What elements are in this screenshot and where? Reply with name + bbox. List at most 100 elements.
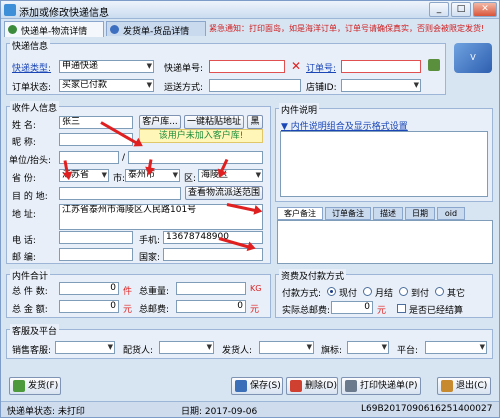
status-bar: 快递单状态: 未打印 日期: 2017-09-06 L69B2017090616…	[1, 401, 499, 417]
phone-input[interactable]	[59, 231, 133, 244]
section-title: 客服及平台	[10, 324, 60, 337]
section-title: 收件人信息	[10, 101, 60, 114]
section-title: 资费及付款方式	[279, 269, 347, 282]
dialog-window: 添加或修改快递信息 _ □ ✕ 快递单-物流详情 发货单-货品详情 紧急通知：打…	[0, 0, 500, 418]
shop-id-label: 店铺ID:	[306, 83, 337, 93]
zip-label: 邮 编:	[12, 253, 36, 263]
section-title: 快递信息	[10, 39, 51, 52]
phone-label: 电 话:	[12, 236, 36, 246]
postage-input[interactable]: 0	[176, 300, 246, 313]
option-label: 月结	[375, 289, 394, 299]
destination-label: 目 的 地:	[12, 192, 48, 202]
flag-label: 旗标:	[321, 346, 343, 356]
destination-input[interactable]	[59, 187, 181, 200]
tab-icon	[8, 25, 17, 34]
tab-oid[interactable]: oid	[437, 207, 465, 220]
weight-label: 总重量:	[139, 287, 170, 297]
shop-id-select[interactable]	[341, 79, 421, 92]
minimize-button[interactable]: _	[429, 2, 449, 17]
tab-description[interactable]: 描述	[373, 207, 403, 220]
tab-date[interactable]: 日期	[405, 207, 435, 220]
unit-label: 单位/抬头:	[9, 156, 52, 166]
window-title: 添加或修改快递信息	[19, 8, 109, 19]
amount-unit: 元	[123, 305, 133, 315]
tab-icon	[110, 25, 119, 34]
platform-select[interactable]	[425, 341, 487, 354]
title-bar: 添加或修改快递信息 _ □ ✕	[1, 1, 499, 19]
payment-method-label: 付款方式:	[282, 289, 322, 299]
customer-note-textarea[interactable]	[277, 220, 493, 264]
order-status-label: 订单状态:	[12, 83, 52, 93]
content-textarea[interactable]	[280, 131, 488, 197]
app-icon	[4, 4, 16, 16]
shipper-select[interactable]	[259, 341, 314, 354]
postage-label: 总邮费:	[139, 305, 170, 315]
name-input[interactable]: 张三	[59, 116, 133, 129]
check-delivery-range-button[interactable]: 查看物流派送范围	[185, 186, 263, 200]
name-label: 姓 名:	[12, 121, 36, 131]
tab-express-detail[interactable]: 快递单-物流详情	[4, 21, 104, 37]
weight-input[interactable]	[176, 282, 246, 295]
order-number-label[interactable]: 订单号:	[306, 61, 336, 74]
slash-text: /	[122, 153, 126, 163]
customer-library-button[interactable]: 客户库...	[139, 115, 181, 129]
unit-input[interactable]	[59, 151, 119, 164]
app-logo: V	[454, 43, 492, 73]
option-label: 到付	[411, 289, 430, 299]
printer-icon	[345, 380, 357, 392]
save-button-label: 保存(S)	[250, 381, 281, 391]
radio-other[interactable]	[435, 287, 444, 296]
platform-label: 平台:	[397, 346, 419, 356]
actual-postage-input[interactable]: 0	[331, 301, 373, 314]
paste-address-button[interactable]: 一键粘贴地址	[184, 115, 244, 129]
radio-monthly[interactable]	[363, 287, 372, 296]
packer-label: 配货人:	[123, 346, 154, 356]
radio-cash[interactable]	[327, 287, 336, 296]
address-input[interactable]: 江苏省泰州市海陵区人民路101号	[59, 204, 263, 230]
blacklist-button[interactable]: 黑	[247, 115, 263, 129]
address-label: 地 址:	[12, 210, 36, 220]
mobile-label: 手机:	[139, 236, 161, 246]
sales-select[interactable]	[55, 341, 115, 354]
express-type-select[interactable]: 申通快递	[59, 60, 154, 73]
tab-order-note[interactable]: 订单备注	[325, 207, 371, 220]
status-id: L69B2017090616251400027	[361, 404, 493, 414]
express-number-label: 快递单号:	[164, 64, 204, 74]
print-button[interactable]: 打印快递单(P)	[341, 377, 421, 395]
district-select[interactable]: 海陵区	[198, 169, 263, 182]
exit-button-label: 退出(C)	[456, 381, 488, 391]
clear-icon[interactable]: ✕	[291, 59, 301, 73]
tab-goods-detail[interactable]: 发货单-货品详情	[106, 21, 206, 37]
delete-button[interactable]: 删除(D)	[286, 377, 338, 395]
ship-method-label: 运送方式:	[164, 83, 204, 93]
express-type-label[interactable]: 快递类型:	[12, 61, 51, 74]
exit-icon	[441, 380, 453, 392]
close-button[interactable]: ✕	[473, 2, 497, 17]
flag-select[interactable]	[347, 341, 389, 354]
zip-input[interactable]	[59, 248, 133, 261]
section-title: 内件合计	[10, 269, 51, 282]
exit-button[interactable]: 退出(C)	[437, 377, 491, 395]
count-input[interactable]: 0	[59, 282, 119, 295]
radio-cod[interactable]	[399, 287, 408, 296]
tab-customer-note[interactable]: 客户备注	[277, 207, 323, 220]
ship-button[interactable]: 发货(F)	[9, 377, 61, 395]
order-number-input[interactable]	[341, 60, 421, 73]
country-label: 国家:	[139, 253, 161, 263]
packer-select[interactable]	[159, 341, 214, 354]
ship-method-input[interactable]	[209, 79, 301, 92]
amount-input[interactable]: 0	[59, 300, 119, 313]
province-label: 省 份:	[12, 174, 36, 184]
express-number-input[interactable]	[209, 60, 285, 73]
settled-checkbox[interactable]	[397, 304, 406, 313]
lookup-icon[interactable]	[428, 59, 440, 71]
nickname-label: 昵 称:	[12, 138, 36, 148]
shipper-label: 发货人:	[222, 346, 253, 356]
maximize-button[interactable]: □	[451, 2, 471, 17]
actual-postage-unit: 元	[377, 306, 387, 316]
order-status-select[interactable]: 买家已付款	[59, 79, 154, 92]
print-button-label: 打印快递单(P)	[360, 381, 418, 391]
save-button[interactable]: 保存(S)	[231, 377, 283, 395]
tab-label: 发货单-货品详情	[123, 27, 190, 37]
count-unit: 件	[123, 287, 133, 297]
